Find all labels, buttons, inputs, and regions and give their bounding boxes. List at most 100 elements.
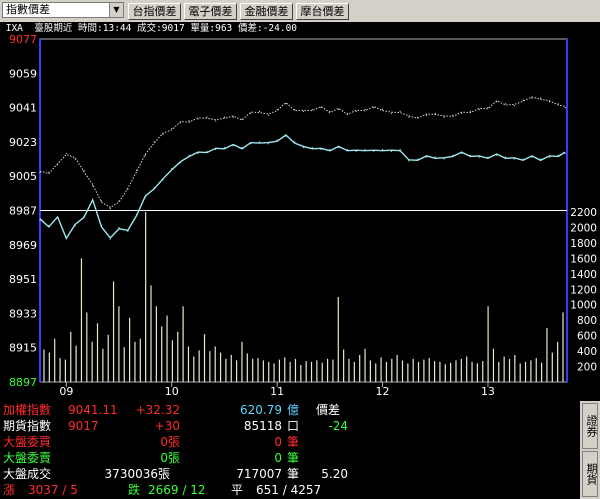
quote-label-value: -24 (328, 419, 348, 433)
index-point (92, 200, 94, 202)
futures-point (65, 152, 67, 154)
futures-point (329, 110, 331, 113)
futures-point (215, 120, 217, 122)
msci-spread-button[interactable]: 摩台價差 (296, 3, 349, 20)
futures-point (311, 108, 313, 111)
futures-point (373, 107, 375, 109)
index-point (48, 225, 50, 227)
futures-point (364, 108, 366, 111)
quote-row: 大盤委賣 0張 0 筆 (0, 450, 580, 466)
index-point (390, 150, 392, 153)
volume-tick-label: 1400 (570, 269, 597, 281)
volume-tick-label: 1800 (570, 238, 597, 250)
time-tick-label: 12 (376, 385, 390, 396)
futures-point (223, 116, 226, 118)
index-point (522, 158, 524, 160)
futures-point (241, 118, 243, 120)
breadth-up-label: 漲 (3, 483, 16, 497)
quote-row: 大盤成交 3730036 張 717007 筆 5.20 (0, 466, 580, 482)
price-tick-label: 8951 (9, 273, 37, 286)
quote-change: 張 (158, 467, 171, 481)
index-point (127, 230, 129, 233)
time-tick-label: 10 (165, 385, 179, 396)
index-point (346, 148, 349, 151)
index-point (258, 141, 261, 143)
futures-point (355, 110, 357, 113)
breadth-flat-label: 平 (231, 483, 244, 497)
index-point (188, 154, 190, 156)
quote-table: 加權指數 9041.11 +32.32 620.79 億價差 期貨指數 9017 +30 851… (0, 401, 580, 499)
volume-tick-label: 1600 (570, 253, 597, 265)
index-point (461, 152, 463, 154)
taiex-spread-button[interactable]: 台指價差 (128, 3, 181, 20)
index-point (65, 236, 67, 238)
quote-row: 加權指數 9041.11 +32.32 620.79 億價差 (0, 402, 580, 418)
price-tick-label: 8915 (9, 342, 37, 355)
futures-point (302, 110, 305, 113)
futures-point (250, 112, 252, 114)
chevron-down-icon[interactable]: ▼ (109, 3, 123, 17)
toolbar: 指數價差 ▼ 台指價差 電子價差 金融價差 摩台價差 (0, 0, 600, 22)
futures-point (478, 108, 480, 111)
index-point (443, 158, 445, 160)
futures-point (434, 112, 436, 114)
index-point (294, 141, 296, 143)
index-point (144, 196, 146, 198)
futures-point (153, 141, 155, 143)
index-select-value: 指數價差 (6, 3, 50, 16)
volume-tick-label: 800 (577, 315, 597, 327)
index-point (302, 147, 305, 149)
futures-point (461, 112, 463, 114)
futures-point (276, 108, 278, 111)
index-point (39, 219, 41, 221)
index-point (267, 143, 269, 145)
tab-futures[interactable]: 期貨 (582, 451, 598, 497)
futures-point (294, 108, 296, 111)
futures-point (39, 171, 41, 173)
quote-name: 加權指數 (3, 403, 52, 417)
futures-point (127, 188, 129, 191)
futures-point (496, 101, 498, 103)
quote-name: 大盤委賣 (3, 451, 52, 465)
price-tick-label: 9005 (9, 170, 37, 183)
futures-point (443, 116, 445, 118)
futures-point (188, 120, 190, 122)
index-point (276, 139, 278, 141)
index-point (513, 158, 515, 160)
futures-point (522, 99, 524, 101)
index-point (487, 156, 489, 158)
index-point (162, 179, 164, 181)
index-point (564, 152, 566, 154)
index-select[interactable]: 指數價差 ▼ (2, 2, 124, 18)
index-point (250, 143, 252, 145)
price-tick-label: 8969 (9, 239, 37, 252)
index-point (153, 187, 155, 189)
volume-tick-label: 2000 (570, 222, 597, 234)
quote-change: +30 (154, 419, 180, 433)
volume-tick-label: 600 (577, 331, 597, 343)
index-point (434, 156, 436, 158)
index-point (215, 148, 217, 151)
futures-point (179, 122, 182, 124)
futures-point (267, 114, 269, 116)
index-point (241, 147, 243, 149)
futures-point (338, 108, 340, 111)
futures-point (144, 154, 146, 156)
quote-unit: 筆 (287, 467, 300, 481)
quote-price: 3730036 (104, 467, 158, 481)
tab-securities[interactable]: 證券 (582, 403, 598, 449)
futures-point (399, 110, 401, 113)
futures-point (390, 112, 392, 114)
futures-point (417, 116, 419, 118)
index-point (504, 156, 507, 158)
finance-spread-button[interactable]: 金融價差 (240, 3, 293, 20)
index-point (399, 148, 401, 151)
quote-amount: 0 (274, 435, 282, 449)
electronics-spread-button[interactable]: 電子價差 (184, 3, 237, 20)
index-point (531, 156, 533, 158)
index-point (381, 148, 384, 151)
futures-point (100, 200, 103, 202)
index-point (548, 156, 551, 158)
time-tick-label: 13 (481, 385, 495, 396)
index-point (206, 150, 208, 153)
